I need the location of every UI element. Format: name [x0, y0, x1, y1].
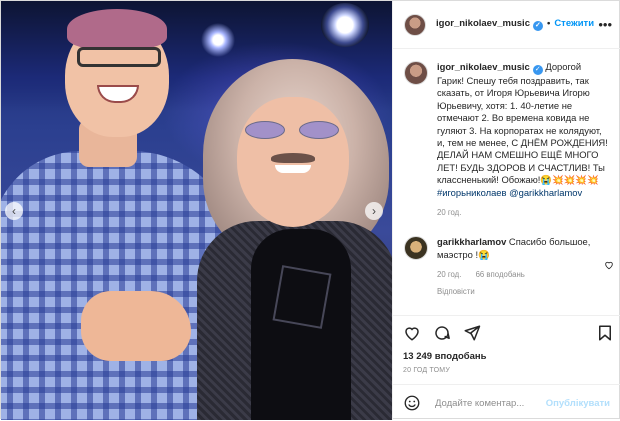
separator-dot: • [546, 18, 551, 29]
post-photo[interactable]: ‹ › [1, 1, 392, 420]
reply-comment-meta: 20 год. 66 вподобань [437, 269, 609, 281]
caption-comment: igor_nikolaev_music ✓ Дорогой Гарик! Спеш… [404, 61, 614, 219]
share-send-icon[interactable] [463, 324, 481, 342]
publish-button[interactable]: Опублікувати [546, 398, 610, 409]
post-header: igor_nikolaev_music ✓ • Стежити ••• [393, 1, 620, 49]
photo-light [201, 23, 235, 57]
mention-link[interactable]: @garikkharlamov [509, 187, 582, 198]
commenter-avatar[interactable] [404, 236, 428, 261]
reply-comment: garikkharlamov Спасибо большое, маэстро … [404, 236, 614, 298]
reply-comment-time[interactable]: 20 год. [437, 270, 461, 279]
photo-person-right-mustache [271, 153, 315, 163]
photo-shirt-print [272, 265, 332, 329]
caption-body: igor_nikolaev_music ✓ Дорогой Гарик! Спеш… [437, 61, 609, 219]
follow-button[interactable]: Стежити [554, 18, 594, 29]
comments-section: igor_nikolaev_music ✓ Дорогой Гарик! Спеш… [404, 61, 614, 298]
caption-author-avatar[interactable] [404, 61, 428, 85]
reply-button[interactable]: Відповісти [437, 286, 609, 298]
reply-comment-body: garikkharlamov Спасибо большое, маэстро … [437, 236, 609, 298]
chevron-right-icon: › [372, 204, 376, 218]
reply-comment-likes[interactable]: 66 вподобань [476, 270, 525, 279]
add-comment-bar: Додайте коментар... Опублікувати [393, 384, 620, 421]
caption-meta: 20 год. [437, 207, 609, 219]
glasses-lens-right [299, 121, 339, 139]
author-avatar[interactable] [404, 13, 426, 36]
photo-hand [81, 291, 191, 361]
post-actions: 13 249 вподобань 20 ГОД ТОМУ Додайте ком… [393, 315, 620, 420]
photo-spotlight [321, 3, 369, 47]
caption-author-link[interactable]: igor_nikolaev_music [437, 61, 530, 72]
comment-bubble-icon[interactable] [433, 324, 451, 342]
post-header-text: igor_nikolaev_music ✓ • Стежити [436, 18, 594, 31]
emoji-icon[interactable] [403, 394, 421, 412]
photo-person-left-glasses [77, 47, 161, 67]
hashtag-link[interactable]: #игорьниколаев [437, 187, 506, 198]
caption-time[interactable]: 20 год. [437, 208, 461, 217]
more-options-icon[interactable]: ••• [598, 17, 612, 32]
author-username-link[interactable]: igor_nikolaev_music [436, 18, 530, 29]
verified-icon: ✓ [532, 65, 543, 75]
verified-icon: ✓ [532, 21, 543, 31]
glasses-lens-left [245, 121, 285, 139]
bookmark-icon[interactable] [596, 324, 614, 342]
photo-person-right-glasses [245, 121, 341, 139]
post-side-panel: igor_nikolaev_music ✓ • Стежити ••• igor_ni… [392, 1, 620, 420]
comment-input[interactable]: Додайте коментар... [435, 398, 546, 409]
carousel-prev-button[interactable]: ‹ [5, 202, 23, 220]
carousel-next-button[interactable]: › [365, 202, 383, 220]
post-timestamp[interactable]: 20 ГОД ТОМУ [403, 367, 450, 374]
photo-person-left-hair [67, 9, 167, 49]
photo-person-right-smile [275, 165, 311, 173]
chevron-left-icon: ‹ [12, 204, 16, 218]
commenter-username-link[interactable]: garikkharlamov [437, 236, 506, 247]
caption-text: Дорогой Гарик! Спешу тебя поздравить, та… [437, 61, 608, 186]
likes-count[interactable]: 13 249 вподобань [403, 351, 487, 362]
comment-like-heart-icon[interactable] [604, 260, 614, 273]
like-heart-icon[interactable] [403, 324, 421, 342]
post-dialog: ‹ › igor_nikolaev_music ✓ • Стежити ••• igo… [0, 0, 620, 420]
action-icons [403, 324, 493, 342]
